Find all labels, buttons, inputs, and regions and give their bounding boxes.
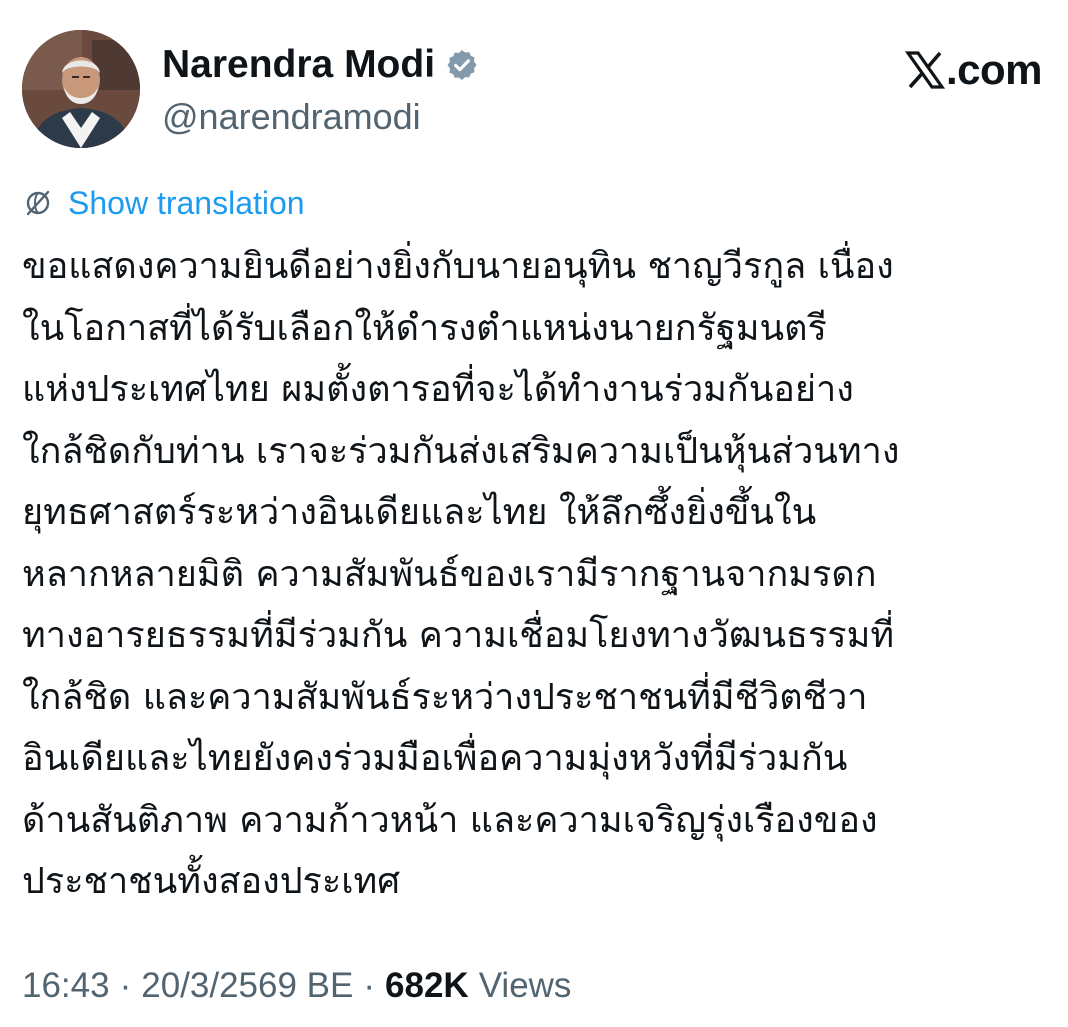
author-handle[interactable]: @narendramodi <box>162 96 421 138</box>
tweet-line: ประชาชนทั้งสองประเทศ <box>22 861 401 902</box>
avatar-image <box>22 30 140 148</box>
tweet-line: ใกล้ชิด และความสัมพันธ์ระหว่างประชาชนที่… <box>22 676 868 718</box>
tweet-line: ใกล้ชิดกับท่าน เราจะร่วมกันส่งเสริมความเ… <box>22 430 900 472</box>
tweet-line: ด้านสันติภาพ ความก้าวหน้า และความเจริญรุ… <box>22 799 878 841</box>
verified-badge-icon <box>445 48 479 82</box>
tweet-meta: 16:43 · 20/3/2569 BE · 682K Views <box>22 966 571 1006</box>
tweet-time[interactable]: 16:43 <box>22 966 110 1006</box>
views-count: 682K <box>385 966 469 1005</box>
x-com-brand: .com <box>904 46 1043 94</box>
views-label: Views <box>478 966 572 1005</box>
tweet-line: ทางอารยธรรมที่มีร่วมกัน ความเชื่อมโยงทาง… <box>22 615 895 656</box>
author-display-name[interactable]: Narendra Modi <box>162 43 435 87</box>
author-name-row: Narendra Modi <box>162 40 479 90</box>
tweet-line: ขอแสดงความยินดีอย่างยิ่งกับนายอนุทิน ชาญ… <box>22 246 894 287</box>
tweet-line: ยุทธศาสตร์ระหว่างอินเดียและไทย ให้ลึกซึ้… <box>22 492 817 533</box>
tweet-line: แห่งประเทศไทย ผมตั้งตารอที่จะได้ทำงานร่ว… <box>22 369 854 410</box>
x-logo-icon <box>904 50 946 90</box>
show-translation-label[interactable]: Show translation <box>68 185 305 222</box>
tweet-line: หลากหลายมิติ ความสัมพันธ์ของเรามีรากฐานจ… <box>22 553 877 595</box>
tweet-date[interactable]: 20/3/2569 BE <box>141 966 353 1006</box>
meta-separator: · <box>363 966 376 1005</box>
tweet-line: อินเดียและไทยยังคงร่วมมือเพื่อความมุ่งหว… <box>22 738 848 779</box>
globe-icon <box>22 187 54 219</box>
tweet-body: ขอแสดงความยินดีอย่างยิ่งกับนายอนุทิน ชาญ… <box>22 236 1052 913</box>
avatar[interactable] <box>22 30 140 148</box>
x-com-suffix: .com <box>945 46 1043 93</box>
tweet-header: Narendra Modi @narendramodi .com <box>22 30 1046 150</box>
tweet-line: ในโอกาสที่ได้รับเลือกให้ดำรงตำแหน่งนายกร… <box>22 307 827 349</box>
show-translation-link[interactable]: Show translation <box>22 182 305 224</box>
meta-separator: · <box>119 966 132 1005</box>
